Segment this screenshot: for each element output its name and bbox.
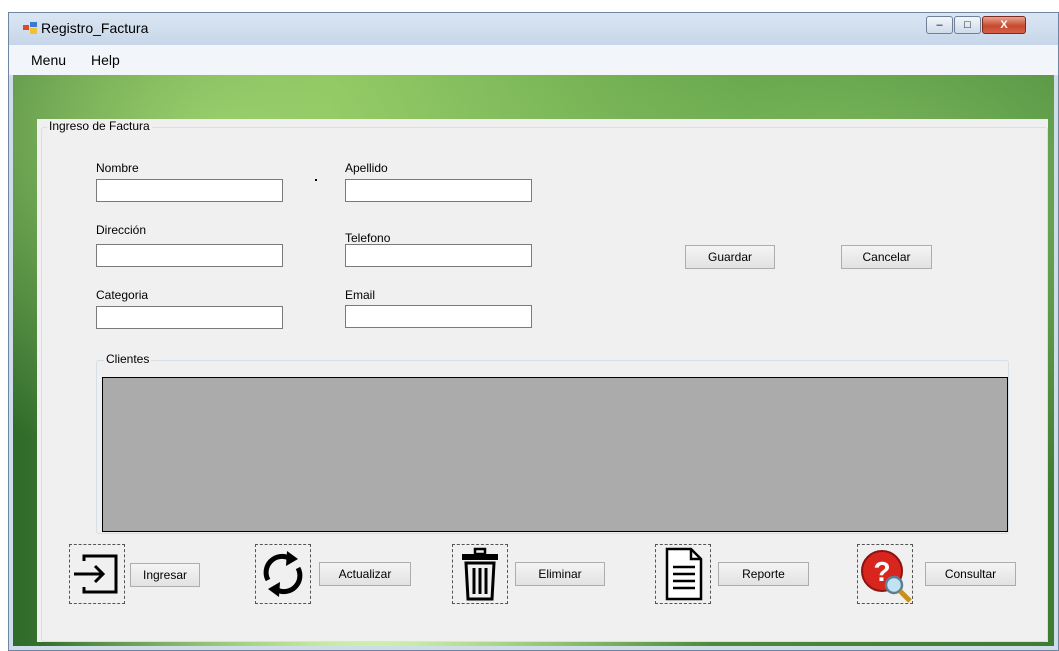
window-title: Registro_Factura [41, 20, 149, 36]
document-icon [665, 547, 703, 601]
consultar-button[interactable]: Consultar [925, 562, 1016, 586]
login-arrow-icon [74, 554, 118, 594]
direccion-label: Dirección [96, 223, 147, 237]
telefono-label: Telefono [345, 231, 391, 245]
consultar-picture[interactable]: ? [857, 544, 913, 604]
maximize-icon: □ [964, 19, 971, 31]
close-button[interactable]: X [982, 16, 1026, 34]
nombre-label: Nombre [96, 161, 139, 175]
ingresar-button[interactable]: Ingresar [130, 563, 200, 587]
app-window: Registro_Factura – □ X Menu Help Ingreso… [8, 12, 1059, 651]
ingresar-picture[interactable] [69, 544, 125, 604]
direccion-input[interactable] [96, 244, 283, 267]
categoria-input[interactable] [96, 306, 283, 329]
eliminar-picture[interactable] [452, 544, 508, 604]
clientes-title: Clientes [104, 352, 152, 366]
minimize-icon: – [936, 19, 943, 31]
maximize-button[interactable]: □ [954, 16, 981, 34]
app-icon [23, 22, 37, 34]
actualizar-button[interactable]: Actualizar [319, 562, 411, 586]
clientes-data-grid[interactable] [102, 377, 1008, 532]
groupbox-title: Ingreso de Factura [47, 119, 152, 133]
categoria-label: Categoria [96, 288, 149, 302]
telefono-input[interactable] [345, 244, 532, 267]
actualizar-picture[interactable] [255, 544, 311, 604]
menu-item-help[interactable]: Help [91, 52, 120, 68]
minimize-button[interactable]: – [926, 16, 953, 34]
menu-item-menu[interactable]: Menu [31, 52, 66, 68]
stray-dot [315, 179, 317, 181]
menu-bar: Menu Help [9, 45, 1058, 75]
reporte-button[interactable]: Reporte [718, 562, 809, 586]
trash-icon [462, 547, 498, 601]
guardar-button[interactable]: Guardar [685, 245, 775, 269]
eliminar-button[interactable]: Eliminar [515, 562, 605, 586]
title-bar[interactable]: Registro_Factura – □ X [9, 13, 1058, 45]
email-input[interactable] [345, 305, 532, 328]
email-label: Email [345, 288, 376, 302]
nombre-input[interactable] [96, 179, 283, 202]
close-icon: X [1000, 19, 1008, 31]
ingreso-factura-groupbox: Ingreso de Factura Nombre Apellido Direc… [37, 119, 1048, 642]
refresh-icon [263, 551, 303, 597]
cancelar-button[interactable]: Cancelar [841, 245, 932, 269]
reporte-picture[interactable] [655, 544, 711, 604]
apellido-label: Apellido [345, 161, 388, 175]
apellido-input[interactable] [345, 179, 532, 202]
help-search-icon: ? [861, 550, 912, 603]
form-client-area: Ingreso de Factura Nombre Apellido Direc… [13, 75, 1054, 646]
